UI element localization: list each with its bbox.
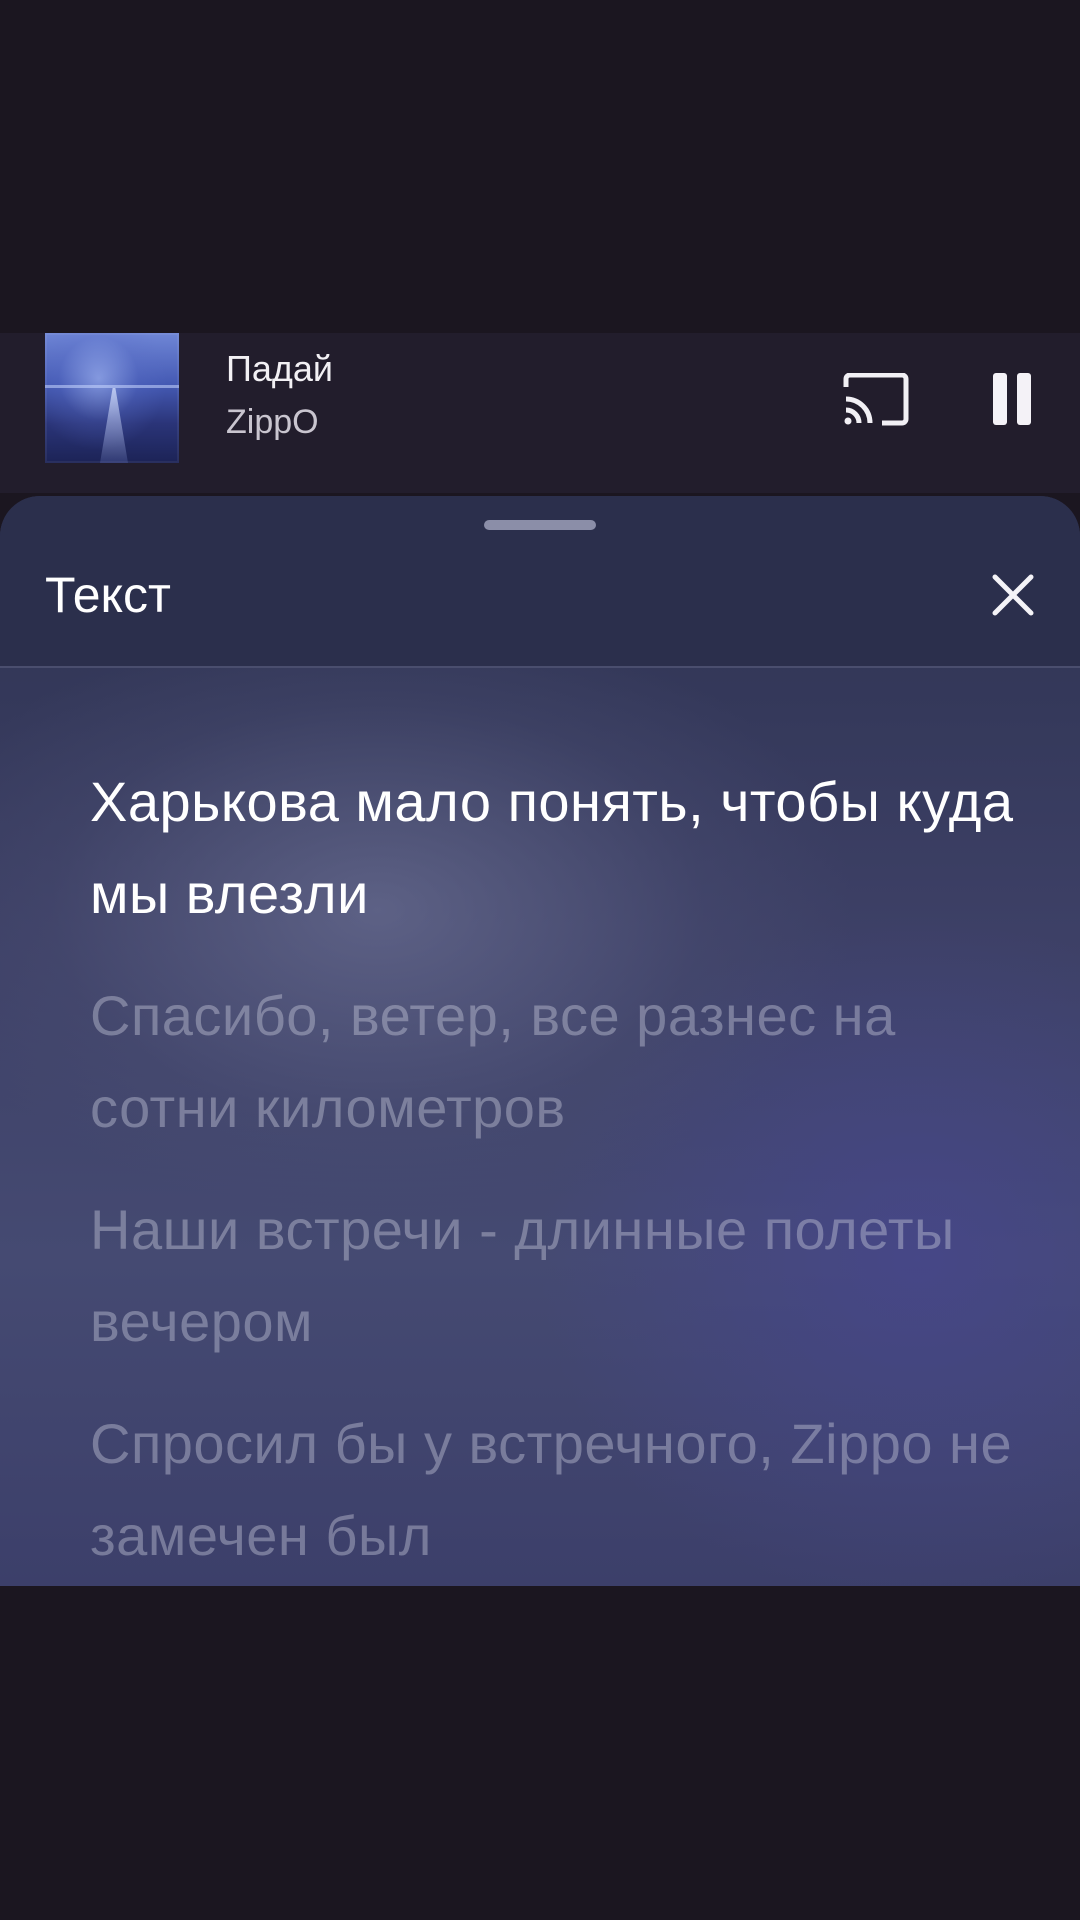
album-cover-horizon [45,385,179,388]
lyric-line[interactable]: Наши встречи - длинные полеты вечером [90,1184,1030,1368]
album-cover-road [100,388,128,463]
mini-player[interactable]: Падай ZippO [0,333,1080,493]
lyrics-list[interactable]: Харькова мало понять, чтобы куда мы влез… [90,756,1030,1586]
lyric-line-active[interactable]: Харькова мало понять, чтобы куда мы влез… [90,756,1030,940]
pause-icon-bar-left [993,373,1007,425]
cast-icon [843,372,909,426]
album-cover[interactable] [45,333,179,463]
drag-handle[interactable] [484,520,596,530]
pause-icon-bar-right [1017,373,1031,425]
lyric-line[interactable]: Спасибо, ветер, все разнес на сотни кило… [90,970,1030,1154]
track-artist: ZippO [226,403,319,441]
lyric-line[interactable]: Спросил бы у встречного, Zippo не замече… [90,1398,1030,1582]
close-icon [992,574,1034,616]
lyrics-sheet-header: Текст [0,496,1080,668]
close-button[interactable] [988,570,1038,620]
pause-button[interactable] [990,373,1034,427]
lyrics-sheet[interactable]: Текст Харькова мало понять, чтобы куда м… [0,496,1080,1586]
track-title: Падай [226,348,334,389]
screen: Падай ZippO Текст Харькова мало понять, … [0,0,1080,1920]
lyrics-title: Текст [45,567,171,623]
cast-button[interactable] [842,372,910,429]
